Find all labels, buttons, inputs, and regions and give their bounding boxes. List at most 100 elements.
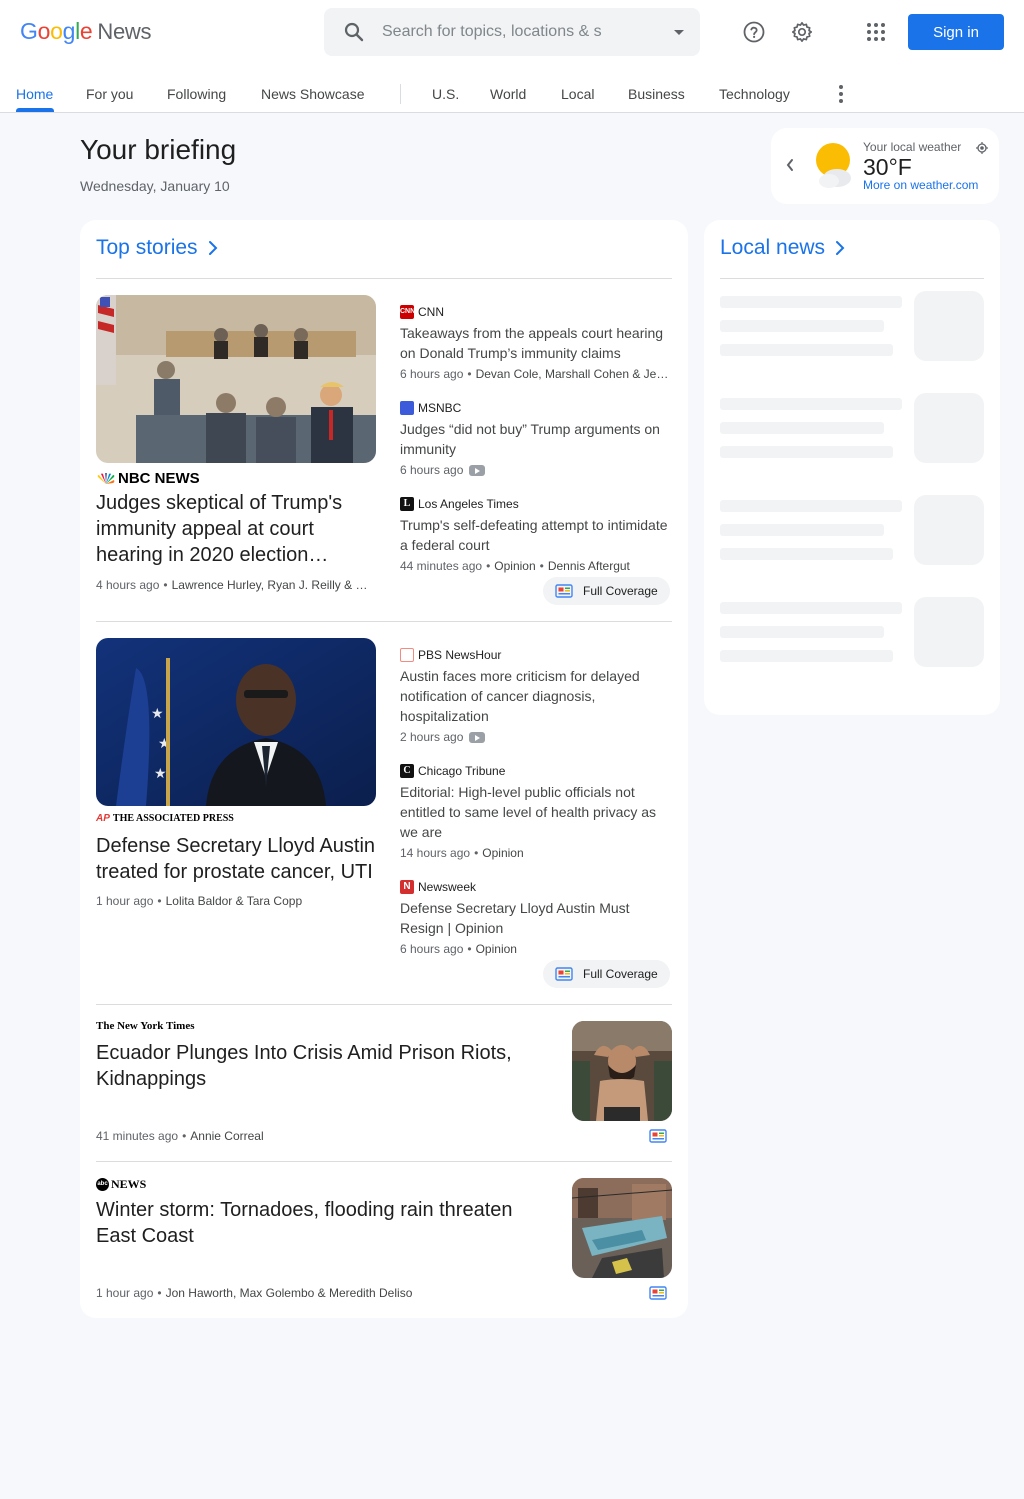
newsweek-logo-icon: N xyxy=(400,880,414,894)
google-apps-grid-icon[interactable] xyxy=(864,20,888,44)
help-icon[interactable] xyxy=(742,20,766,44)
weather-widget[interactable]: Your local weather 30°F More on weather.… xyxy=(771,128,999,204)
tab-for-you[interactable]: For you xyxy=(86,86,133,102)
divider xyxy=(96,1004,672,1005)
tab-news-showcase[interactable]: News Showcase xyxy=(261,86,365,102)
story-meta: 1 hour ago • Jon Haworth, Max Golembo & Me… xyxy=(96,1286,413,1300)
headline-related[interactable]: Editorial: High-level public officials n… xyxy=(400,782,672,842)
full-coverage-icon xyxy=(555,584,573,598)
source-cnn[interactable]: CNN CNN xyxy=(400,305,444,319)
sign-in-button[interactable]: Sign in xyxy=(908,14,1004,50)
source-nbc-news[interactable]: NBC NEWS xyxy=(96,470,200,487)
svg-text:★: ★ xyxy=(154,766,167,782)
source-chicago-tribune[interactable]: C Chicago Tribune xyxy=(400,764,505,778)
search-input[interactable] xyxy=(382,20,622,44)
search-options-dropdown-icon[interactable] xyxy=(674,30,684,35)
loading-placeholder xyxy=(720,626,884,638)
full-coverage-icon[interactable] xyxy=(649,1129,667,1143)
loading-placeholder xyxy=(720,650,893,662)
pbs-logo-icon xyxy=(400,648,414,662)
chevron-left-icon[interactable] xyxy=(785,158,795,172)
search-icon[interactable] xyxy=(342,20,366,44)
headline-main[interactable]: Judges skeptical of Trump's immunity app… xyxy=(96,490,376,568)
full-coverage-icon[interactable] xyxy=(649,1286,667,1300)
tab-us[interactable]: U.S. xyxy=(432,86,459,102)
headline-related[interactable]: Takeaways from the appeals court hearing… xyxy=(400,323,672,363)
story-meta: 41 minutes ago • Annie Correal xyxy=(96,1129,264,1143)
loading-placeholder xyxy=(720,500,902,512)
top-stories-heading[interactable]: Top stories xyxy=(96,236,220,260)
top-bar: GoogleNews Sign in Home For you Followin… xyxy=(0,0,1024,113)
headline-related[interactable]: Trump's self-defeating attempt to intimi… xyxy=(400,515,672,555)
tab-divider xyxy=(400,84,401,104)
headline-main[interactable]: Defense Secretary Lloyd Austin treated f… xyxy=(96,833,380,885)
page-title: Your briefing xyxy=(80,134,237,165)
loading-image-placeholder xyxy=(914,495,984,565)
loading-image-placeholder xyxy=(914,393,984,463)
source-associated-press[interactable]: AP THE ASSOCIATED PRESS xyxy=(96,813,234,824)
la-times-logo-icon: L xyxy=(400,497,414,511)
weather-label: Your local weather xyxy=(863,140,962,154)
story-meta: 1 hour ago • Lolita Baldor & Tara Copp xyxy=(96,894,303,908)
google-news-logo[interactable]: Google News xyxy=(20,18,152,45)
chicago-tribune-logo-icon: C xyxy=(400,764,414,778)
local-news-heading[interactable]: Local news xyxy=(720,236,847,260)
tab-world[interactable]: World xyxy=(490,86,526,102)
full-coverage-icon xyxy=(555,967,573,981)
more-sections-icon[interactable] xyxy=(838,84,844,104)
lloyd-austin-photo[interactable]: ★ ★ ★ xyxy=(96,638,376,806)
courtroom-sketch-image[interactable] xyxy=(96,295,376,463)
full-coverage-button[interactable]: Full Coverage xyxy=(543,577,670,605)
section-tabs: Home For you Following News Showcase U.S… xyxy=(0,70,1024,113)
source-msnbc[interactable]: MSNBC xyxy=(400,401,461,415)
headline-related[interactable]: Austin faces more criticism for delayed … xyxy=(400,666,672,726)
tab-home[interactable]: Home xyxy=(16,86,53,102)
tab-following[interactable]: Following xyxy=(167,86,226,102)
video-icon xyxy=(469,731,486,743)
loading-placeholder xyxy=(720,422,884,434)
divider xyxy=(96,278,672,279)
story-meta: 4 hours ago • Lawrence Hurley, Ryan J. Rei… xyxy=(96,578,368,592)
local-news-card: Local news xyxy=(704,220,1000,715)
full-coverage-button[interactable]: Full Coverage xyxy=(543,960,670,988)
chevron-right-icon xyxy=(208,241,217,255)
location-icon[interactable] xyxy=(976,142,988,154)
loading-placeholder xyxy=(720,524,884,536)
top-stories-card: Top stories NBC NEWS Judges skeptical of… xyxy=(80,220,688,1318)
headline-related[interactable]: Judges “did not buy” Trump arguments on … xyxy=(400,419,672,459)
loading-placeholder xyxy=(720,602,902,614)
story-meta: 14 hours ago • Opinion xyxy=(400,846,524,860)
source-newsweek[interactable]: N Newsweek xyxy=(400,880,476,894)
msnbc-logo-icon xyxy=(400,401,414,415)
tab-local[interactable]: Local xyxy=(561,86,594,102)
svg-text:★: ★ xyxy=(151,706,164,722)
settings-gear-icon[interactable] xyxy=(790,20,814,44)
story-meta: 6 hours ago • Devan Cole, Marshall Cohen &… xyxy=(400,367,669,381)
source-los-angeles-times[interactable]: L Los Angeles Times xyxy=(400,497,519,511)
cnn-logo-icon: CNN xyxy=(400,305,415,319)
active-tab-indicator xyxy=(16,108,54,112)
tab-business[interactable]: Business xyxy=(628,86,685,102)
source-abc-news[interactable]: abc NEWS xyxy=(96,1177,146,1192)
storm-damage-photo[interactable] xyxy=(572,1178,672,1278)
source-new-york-times[interactable]: The New York Times xyxy=(96,1020,195,1032)
source-pbs-newshour[interactable]: PBS NewsHour xyxy=(400,648,501,662)
loading-placeholder xyxy=(720,398,902,410)
briefing-date: Wednesday, January 10 xyxy=(80,178,230,194)
headline-related[interactable]: Defense Secretary Lloyd Austin Must Resi… xyxy=(400,898,672,938)
weather-link[interactable]: More on weather.com xyxy=(863,178,978,192)
headline-main[interactable]: Winter storm: Tornadoes, flooding rain t… xyxy=(96,1197,536,1249)
partly-sunny-icon xyxy=(816,143,851,188)
loading-placeholder xyxy=(720,548,893,560)
story-meta: 6 hours ago • Opinion xyxy=(400,942,517,956)
search-box[interactable] xyxy=(324,8,700,56)
loading-image-placeholder xyxy=(914,291,984,361)
loading-image-placeholder xyxy=(914,597,984,667)
headline-main[interactable]: Ecuador Plunges Into Crisis Amid Prison … xyxy=(96,1040,536,1092)
loading-placeholder xyxy=(720,344,893,356)
weather-temperature: 30°F xyxy=(863,154,912,180)
tab-technology[interactable]: Technology xyxy=(719,86,790,102)
divider xyxy=(720,278,984,279)
story-meta: 2 hours ago xyxy=(400,730,672,744)
ecuador-prison-photo[interactable] xyxy=(572,1021,672,1121)
